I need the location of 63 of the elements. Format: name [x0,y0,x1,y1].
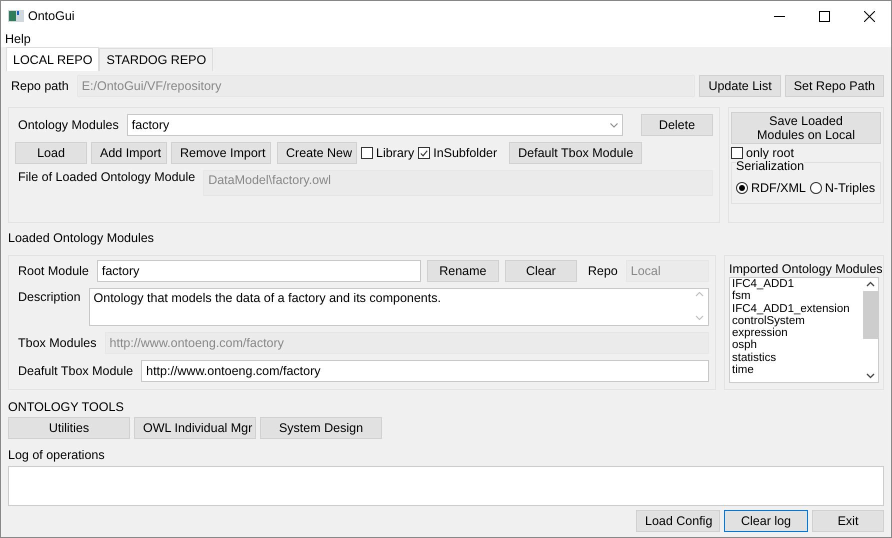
bottom-button[interactable]: Clear log [724,510,808,532]
field-label: File of Loaded Ontology Module [17,170,196,184]
list-item[interactable]: time [732,364,863,376]
field-label: Root Module [17,264,90,278]
checkbox-label: InSubfolder [433,146,498,160]
bottom-button[interactable]: Exit [812,510,884,532]
root-module-field[interactable]: factory [96,260,421,282]
app-icon [8,10,24,22]
field-label: Tbox Modules [17,336,98,350]
checkbox[interactable] [731,147,743,159]
tool-button[interactable]: OWL Individual Mgr [134,417,256,439]
list-item[interactable]: fsm [732,290,863,303]
chevron-down-icon [610,122,618,128]
save-button[interactable]: Save Loaded Modules on Local [731,112,881,144]
scroll-down-icon[interactable] [866,373,875,379]
window-title: OntoGui [28,9,75,23]
delete-button[interactable]: Delete [641,114,713,136]
module-button[interactable]: Create New [277,142,357,164]
section-title: Loaded Ontology Modules [8,231,154,245]
repo-button[interactable]: Set Repo Path [784,75,884,97]
checkbox-label: only root [746,146,794,160]
loaded-button[interactable]: Rename [426,260,499,282]
list-item[interactable]: IFC4_ADD1_extension [732,302,863,315]
bottom-button[interactable]: Load Config [636,510,720,532]
module-button[interactable]: Load [15,142,87,164]
scroll-up-icon[interactable] [866,281,875,287]
list-item[interactable]: osph [732,339,863,352]
section-title: Log of operations [8,448,105,462]
list-item[interactable]: IFC4_ADD1 [732,278,863,290]
loaded-button[interactable]: Clear [504,260,577,282]
scroll-arrows-icon [695,291,704,321]
field-label: Description [17,289,82,304]
list-item[interactable]: controlSystem [732,314,863,328]
radio-label: N-Triples [824,181,876,195]
default-tbox-button[interactable]: Default Tbox Module [509,142,642,164]
close-icon[interactable] [864,10,875,22]
tab[interactable]: STARDOG REPO [99,48,214,71]
radio-button[interactable] [736,182,748,194]
field-label: Repo [586,264,619,278]
field-label: Ontology Modules [17,118,120,132]
menu-item[interactable]: Help [5,32,31,46]
checkbox[interactable] [418,147,430,159]
tool-button[interactable]: System Design [260,417,382,439]
description-field[interactable]: Ontology that models the data of a factory and its components. [88,288,709,326]
section-title: ONTOLOGY TOOLS [8,400,124,414]
field-label: Repo path [10,79,70,93]
list-item[interactable]: statistics [732,352,863,364]
module-button[interactable]: Add Import [91,142,167,164]
checkbox-label: Library [376,146,414,160]
tool-button[interactable]: Utilities [8,417,130,439]
tab[interactable]: LOCAL REPO [6,47,100,71]
group-title: Serialization [736,159,804,173]
imported-list[interactable]: IFC4_ADD1 fsm IFC4_ADD1_extension controlSystem expression osph statistics time [729,277,879,383]
module-button[interactable]: Remove Import [171,142,271,164]
modules-dropdown[interactable]: factory [126,114,623,136]
checkbox[interactable] [361,147,373,159]
default-tbox-field[interactable]: http://www.ontoeng.com/factory [141,360,709,382]
list-item[interactable]: expression [732,327,863,340]
radio-button[interactable] [810,182,822,194]
field-label: Deafult Tbox Module [17,364,134,378]
radio-label: RDF/XML [751,181,806,195]
repo-button[interactable]: Update List [699,75,781,97]
maximize-icon[interactable] [819,10,830,22]
